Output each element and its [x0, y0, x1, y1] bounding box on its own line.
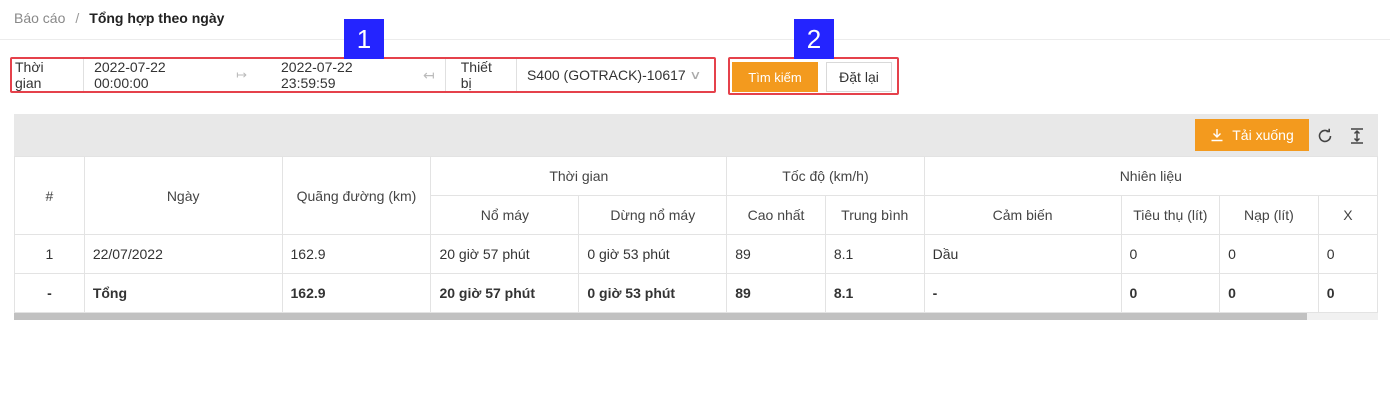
- report-table: # Ngày Quãng đường (km) Thời gian Tốc độ…: [14, 156, 1378, 313]
- refresh-icon[interactable]: [1316, 127, 1334, 145]
- header-fuel-consumed: Tiêu thụ (lít): [1120, 195, 1221, 235]
- total-fuel-refill: 0: [1219, 273, 1319, 313]
- cell-date: 22/07/2022: [83, 234, 283, 274]
- breadcrumb-root-link[interactable]: Báo cáo: [14, 10, 65, 26]
- cell-fuel-extra: 0: [1317, 234, 1378, 274]
- total-label: Tổng: [83, 273, 283, 313]
- cell-fuel-consumed: 0: [1120, 234, 1221, 274]
- header-fuel-extra: X: [1317, 195, 1378, 235]
- device-label: Thiết bị: [444, 59, 517, 91]
- header-date: Ngày: [83, 156, 283, 235]
- range-end-icon: ↤: [423, 66, 435, 83]
- chevron-down-icon: ∨: [689, 68, 702, 82]
- breadcrumb-separator: /: [75, 10, 80, 26]
- header-fuel-sensor: Cảm biến: [923, 195, 1122, 235]
- header-engine-idle: Dừng nổ máy: [578, 195, 728, 235]
- total-speed-avg: 8.1: [824, 273, 925, 313]
- reset-button[interactable]: Đặt lại: [826, 62, 892, 92]
- total-engine-idle: 0 giờ 53 phút: [578, 273, 728, 313]
- table-total-row: - Tổng 162.9 20 giờ 57 phút 0 giờ 53 phú…: [14, 273, 1378, 313]
- annotation-badge-1: 1: [344, 19, 384, 59]
- total-fuel-consumed: 0: [1120, 273, 1221, 313]
- cell-fuel-refill: 0: [1219, 234, 1319, 274]
- search-button[interactable]: Tìm kiếm: [732, 62, 818, 92]
- cell-index: 1: [14, 234, 85, 274]
- header-speed-group: Tốc độ (km/h): [726, 156, 925, 196]
- filter-bar: Thời gian 2022-07-22 00:00:00 ↦ 2022-07-…: [10, 57, 716, 93]
- report-table-container: # Ngày Quãng đường (km) Thời gian Tốc độ…: [14, 156, 1378, 322]
- header-distance: Quãng đường (km): [281, 156, 432, 235]
- cell-speed-max: 89: [726, 234, 826, 274]
- header-time-group: Thời gian: [430, 156, 728, 196]
- header-speed-avg: Trung bình: [824, 195, 925, 235]
- horizontal-scrollbar-thumb[interactable]: [14, 313, 1307, 320]
- time-label: Thời gian: [12, 59, 85, 91]
- header-divider: [0, 39, 1390, 40]
- breadcrumb: Báo cáo / Tổng hợp theo ngày: [14, 10, 224, 26]
- header-engine-on: Nổ máy: [430, 195, 580, 235]
- table-row: 1 22/07/2022 162.9 20 giờ 57 phút 0 giờ …: [14, 234, 1378, 274]
- total-index: -: [14, 273, 85, 313]
- page-title: Tổng hợp theo ngày: [89, 10, 225, 26]
- cell-engine-on: 20 giờ 57 phút: [430, 234, 580, 274]
- download-label: Tải xuống: [1232, 127, 1294, 143]
- download-button[interactable]: Tải xuống: [1195, 119, 1309, 151]
- column-height-icon[interactable]: [1348, 127, 1366, 145]
- total-speed-max: 89: [726, 273, 826, 313]
- download-icon: [1211, 129, 1223, 142]
- cell-distance: 162.9: [281, 234, 432, 274]
- total-engine-on: 20 giờ 57 phút: [430, 273, 580, 313]
- annotation-badge-2: 2: [794, 19, 834, 59]
- header-index: #: [14, 156, 85, 235]
- action-buttons: Tìm kiếm Đặt lại: [728, 57, 899, 95]
- cell-speed-avg: 8.1: [824, 234, 925, 274]
- range-arrow-icon: ↦: [236, 67, 247, 82]
- header-fuel-refill: Nạp (lít): [1219, 195, 1319, 235]
- total-fuel-extra: 0: [1317, 273, 1378, 313]
- device-select-value: S400 (GOTRACK)-10617: [526, 67, 686, 83]
- cell-engine-idle: 0 giờ 53 phút: [578, 234, 728, 274]
- start-time-input[interactable]: 2022-07-22 00:00:00: [84, 59, 236, 91]
- table-toolbar: [14, 114, 1378, 157]
- end-time-input[interactable]: 2022-07-22 23:59:59: [281, 59, 409, 91]
- device-select[interactable]: S400 (GOTRACK)-10617 ∨: [517, 59, 714, 91]
- header-fuel-group: Nhiên liệu: [923, 156, 1378, 196]
- total-distance: 162.9: [281, 273, 432, 313]
- header-speed-max: Cao nhất: [726, 195, 826, 235]
- cell-fuel-sensor: Dầu: [923, 234, 1122, 274]
- total-fuel-sensor: -: [923, 273, 1122, 313]
